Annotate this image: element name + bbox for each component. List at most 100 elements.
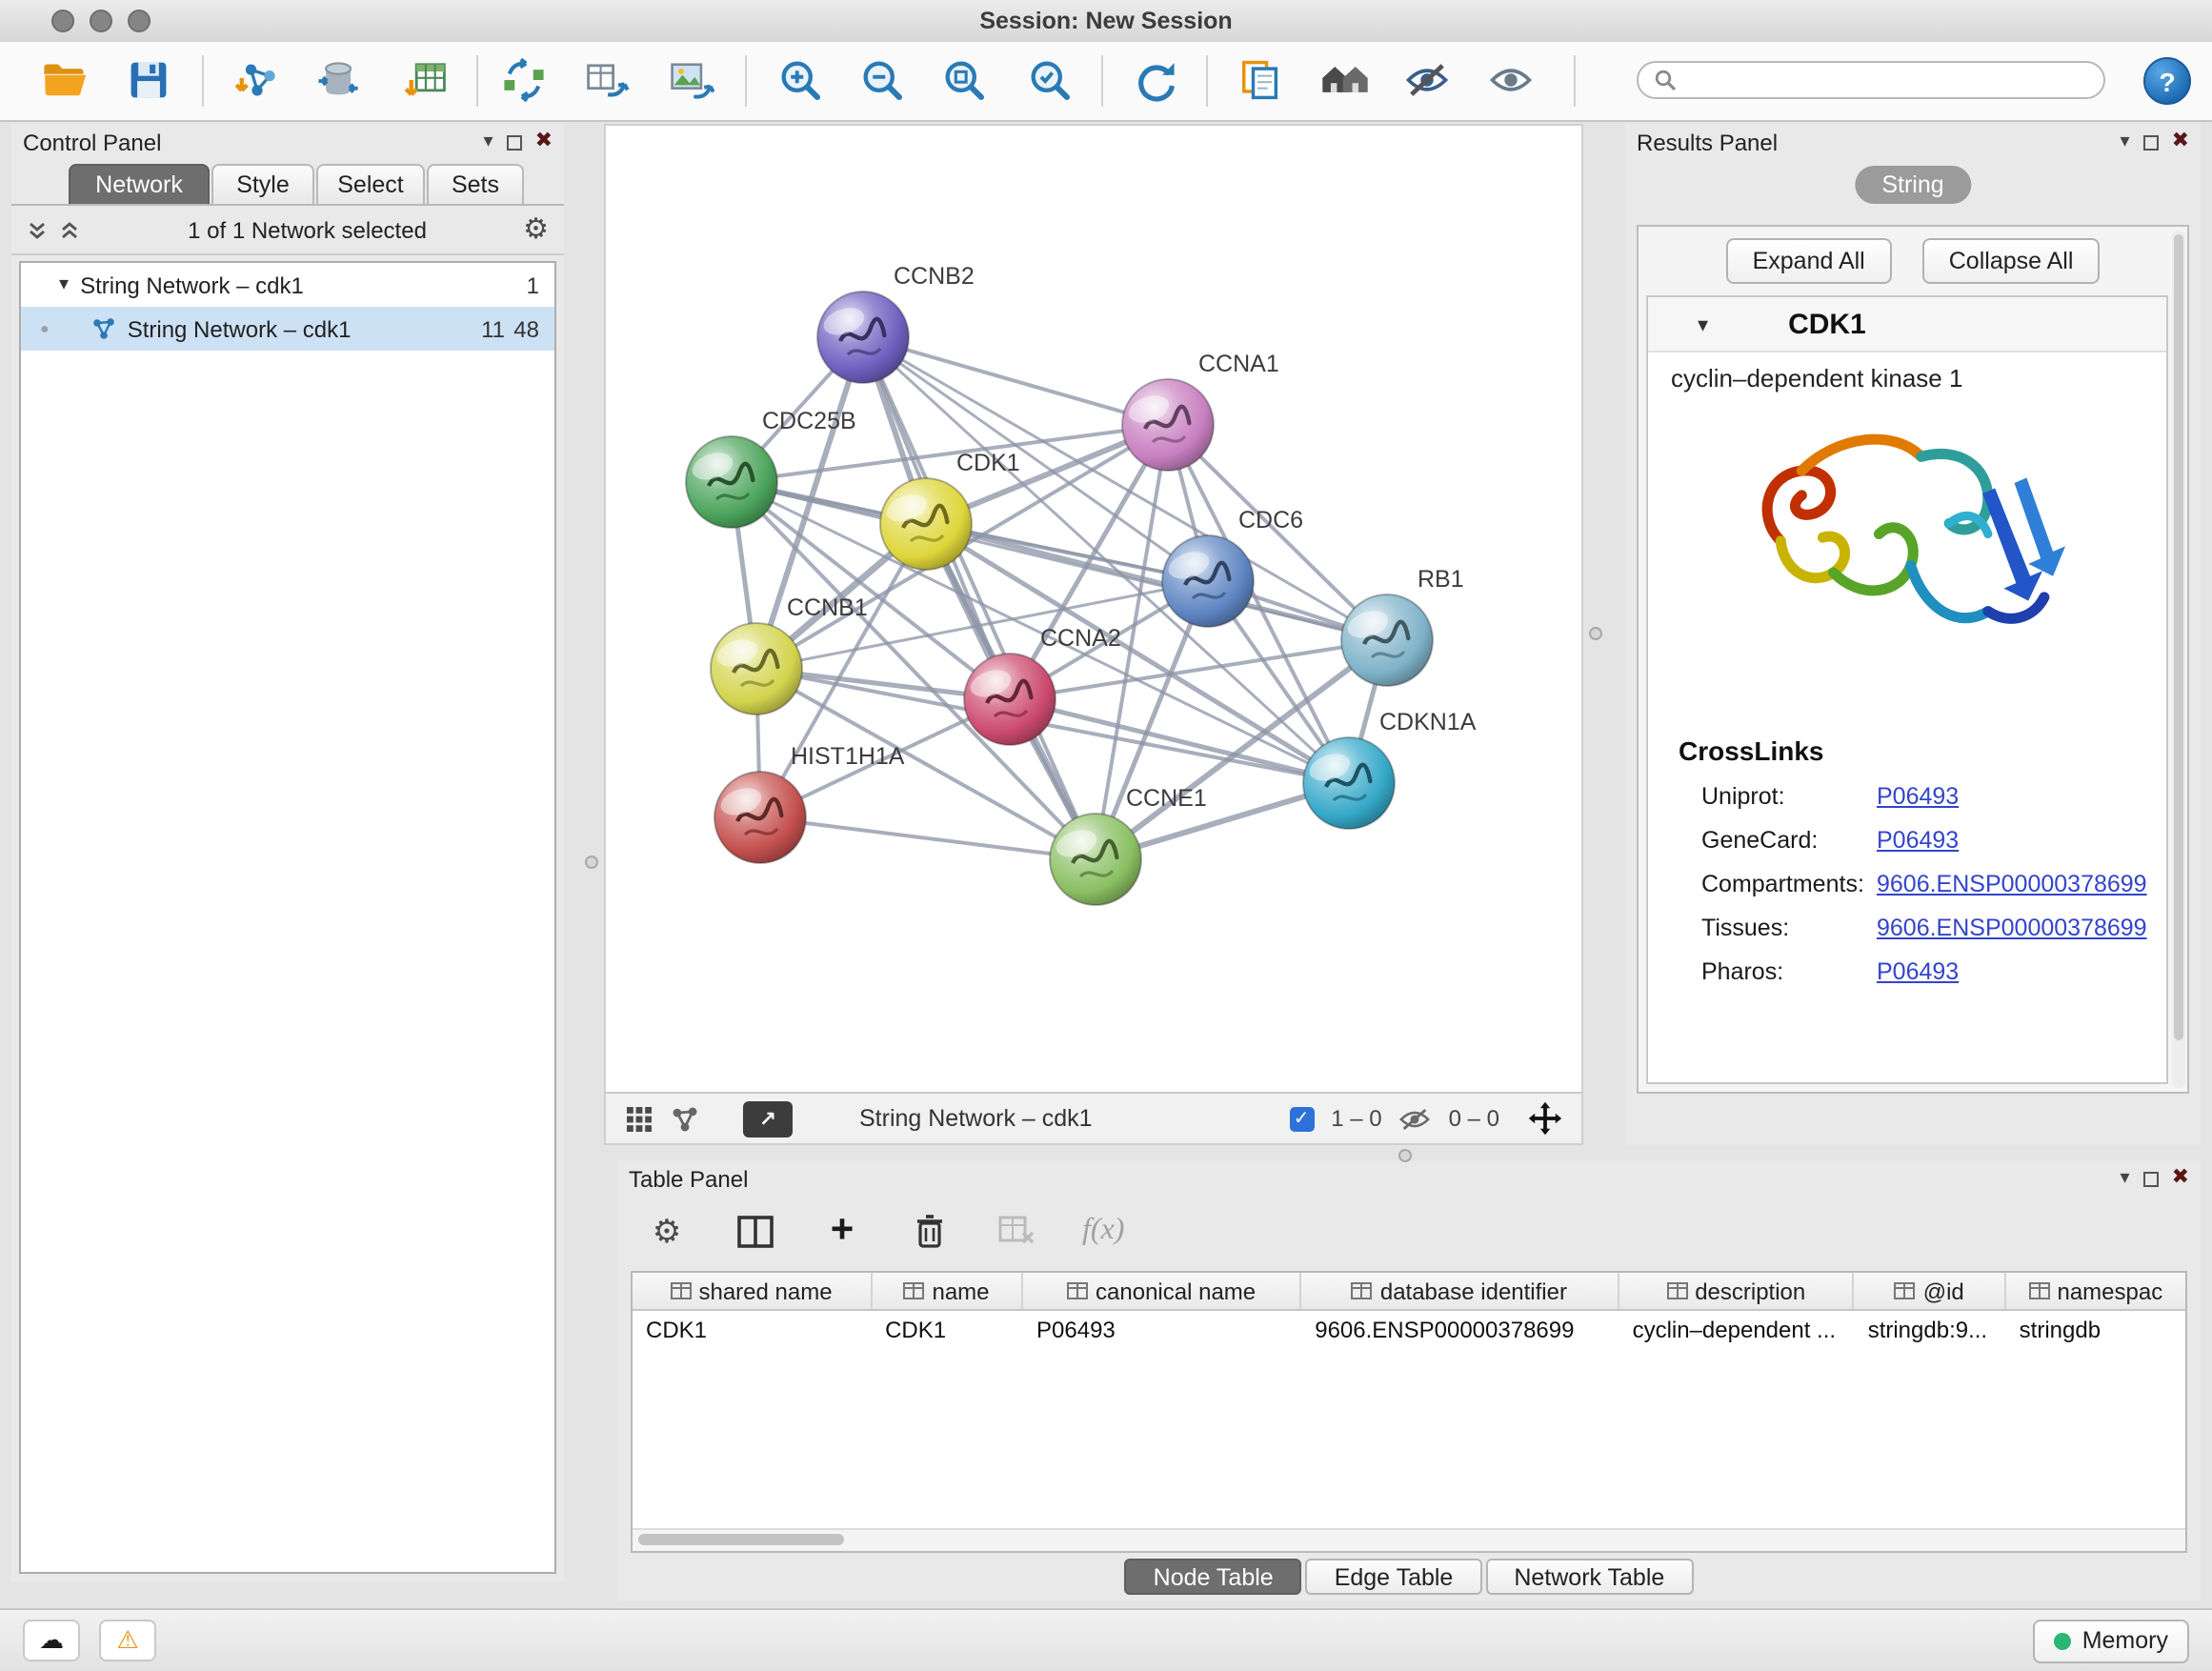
- hidden-eye-slash-icon[interactable]: [1399, 1106, 1432, 1131]
- tree-expanded-icon[interactable]: ▾: [59, 274, 69, 295]
- panel-float-icon[interactable]: [2143, 1171, 2159, 1186]
- collapse-all-button[interactable]: Collapse All: [1922, 238, 2101, 284]
- panel-close-icon[interactable]: ✖: [535, 131, 553, 152]
- cell-name[interactable]: CDK1: [872, 1311, 1023, 1349]
- gear-icon[interactable]: ⚙: [523, 215, 549, 244]
- column-header[interactable]: description: [1619, 1273, 1855, 1309]
- memory-button[interactable]: Memory: [2033, 1619, 2189, 1662]
- search-input[interactable]: [1686, 65, 2088, 95]
- cloud-button[interactable]: ☁: [23, 1620, 80, 1661]
- detach-view-button[interactable]: ↗: [743, 1100, 793, 1137]
- cell-shared-name[interactable]: CDK1: [633, 1311, 872, 1349]
- network-row-selected[interactable]: ● String Network – cdk1 11 48: [21, 307, 554, 351]
- cell-canonical-name[interactable]: P06493: [1023, 1311, 1301, 1349]
- network-node-cdk1[interactable]: [880, 478, 972, 570]
- copy-document-button[interactable]: [1225, 48, 1294, 112]
- import-table-button[interactable]: [392, 48, 461, 112]
- cell-namespace[interactable]: stringdb: [2006, 1311, 2185, 1349]
- network-node-ccna2[interactable]: [964, 654, 1056, 745]
- panel-menu-icon[interactable]: ▾: [2121, 1169, 2130, 1188]
- section-collapse-icon[interactable]: ▾: [1698, 312, 1708, 336]
- show-columns-icon[interactable]: [732, 1208, 777, 1254]
- column-header[interactable]: name: [872, 1273, 1023, 1309]
- zoom-fit-button[interactable]: [930, 48, 998, 112]
- show-all-button[interactable]: [1477, 48, 1545, 112]
- help-button[interactable]: ?: [2143, 57, 2191, 105]
- network-node-cdc25b[interactable]: [686, 436, 777, 528]
- export-image-button[interactable]: [655, 48, 724, 112]
- tab-sets[interactable]: Sets: [427, 164, 524, 204]
- protein-section-header[interactable]: ▾ CDK1: [1648, 297, 2166, 352]
- network-node-ccne1[interactable]: [1050, 814, 1141, 905]
- network-edge[interactable]: [760, 817, 1096, 859]
- crosslink-link[interactable]: P06493: [1877, 782, 1959, 809]
- cell-database-identifier[interactable]: 9606.ENSP00000378699: [1301, 1311, 1619, 1349]
- graph-view-icon[interactable]: [671, 1104, 699, 1133]
- export-network-button[interactable]: [572, 48, 640, 112]
- tab-edge-table[interactable]: Edge Table: [1306, 1559, 1482, 1595]
- collapse-all-icon[interactable]: [27, 220, 48, 239]
- splitter-handle[interactable]: [585, 856, 598, 869]
- network-node-hist1h1a[interactable]: [714, 772, 806, 863]
- string-tab-badge[interactable]: String: [1855, 166, 1970, 204]
- birdseye-icon[interactable]: [625, 1104, 654, 1133]
- table-row[interactable]: CDK1 CDK1 P06493 9606.ENSP00000378699 cy…: [633, 1311, 2185, 1349]
- first-neighbors-button[interactable]: [1311, 48, 1379, 112]
- splitter-handle[interactable]: [1589, 627, 1602, 640]
- hide-selected-button[interactable]: [1393, 48, 1461, 112]
- save-session-button[interactable]: [114, 48, 183, 112]
- tab-network[interactable]: Network: [69, 164, 210, 204]
- crosslink-link[interactable]: P06493: [1877, 957, 1959, 984]
- network-edge[interactable]: [863, 337, 1096, 859]
- delete-column-trash-icon[interactable]: [907, 1208, 953, 1254]
- crosslink-link[interactable]: 9606.ENSP00000378699: [1877, 870, 2147, 896]
- table-settings-gear-icon[interactable]: ⚙: [644, 1208, 690, 1254]
- expand-all-icon[interactable]: [59, 220, 80, 239]
- function-builder-icon[interactable]: f(x): [1082, 1214, 1124, 1248]
- splitter-handle[interactable]: [1398, 1149, 1412, 1162]
- column-header[interactable]: shared name: [633, 1273, 872, 1309]
- zoom-in-button[interactable]: [766, 48, 835, 112]
- new-network-button[interactable]: [490, 48, 558, 112]
- cell-id[interactable]: stringdb:9...: [1855, 1311, 2006, 1349]
- network-node-ccna1[interactable]: [1122, 379, 1214, 471]
- network-node-rb1[interactable]: [1341, 594, 1433, 686]
- pan-crosshair-icon[interactable]: [1528, 1101, 1562, 1136]
- add-column-icon[interactable]: +: [819, 1208, 865, 1254]
- zoom-selected-button[interactable]: [1016, 48, 1084, 112]
- table-horizontal-scrollbar[interactable]: [633, 1528, 2185, 1551]
- network-node-cdkn1a[interactable]: [1303, 737, 1395, 829]
- panel-float-icon[interactable]: [507, 134, 522, 150]
- expand-all-button[interactable]: Expand All: [1726, 238, 1892, 284]
- cell-description[interactable]: cyclin–dependent ...: [1619, 1311, 1855, 1349]
- panel-float-icon[interactable]: [2143, 134, 2159, 150]
- panel-close-icon[interactable]: ✖: [2172, 131, 2189, 152]
- tab-network-table[interactable]: Network Table: [1485, 1559, 1693, 1595]
- selected-checkbox-icon[interactable]: ✓: [1289, 1106, 1314, 1131]
- network-node-ccnb2[interactable]: [817, 292, 909, 383]
- search-box[interactable]: [1637, 61, 2105, 99]
- import-network-database-button[interactable]: [303, 48, 372, 112]
- crosslink-link[interactable]: 9606.ENSP00000378699: [1877, 914, 2147, 940]
- column-header[interactable]: @id: [1855, 1273, 2006, 1309]
- results-scrollbar[interactable]: [2172, 231, 2185, 1088]
- network-node-cdc6[interactable]: [1162, 535, 1254, 627]
- column-header[interactable]: namespac: [2006, 1273, 2185, 1309]
- tab-node-table[interactable]: Node Table: [1125, 1559, 1302, 1595]
- open-session-button[interactable]: [30, 48, 99, 112]
- node-table[interactable]: shared name name canonical name database…: [631, 1271, 2187, 1553]
- tab-style[interactable]: Style: [211, 164, 314, 204]
- apply-layout-button[interactable]: [1120, 48, 1189, 112]
- panel-menu-icon[interactable]: ▾: [484, 132, 493, 151]
- network-collection-row[interactable]: ▾ String Network – cdk1 1: [21, 263, 554, 307]
- column-header[interactable]: canonical name: [1023, 1273, 1301, 1309]
- tab-select[interactable]: Select: [316, 164, 425, 204]
- panel-menu-icon[interactable]: ▾: [2121, 132, 2130, 151]
- import-network-file-button[interactable]: [223, 48, 292, 112]
- panel-close-icon[interactable]: ✖: [2172, 1168, 2189, 1189]
- column-header[interactable]: database identifier: [1301, 1273, 1619, 1309]
- network-canvas[interactable]: CCNB2CCNA1CDC25BCDK1CDC6RB1CCNB1CCNA2CDK…: [606, 126, 1581, 1092]
- crosslink-link[interactable]: P06493: [1877, 826, 1959, 853]
- zoom-out-button[interactable]: [848, 48, 916, 112]
- warnings-button[interactable]: ⚠: [99, 1620, 156, 1661]
